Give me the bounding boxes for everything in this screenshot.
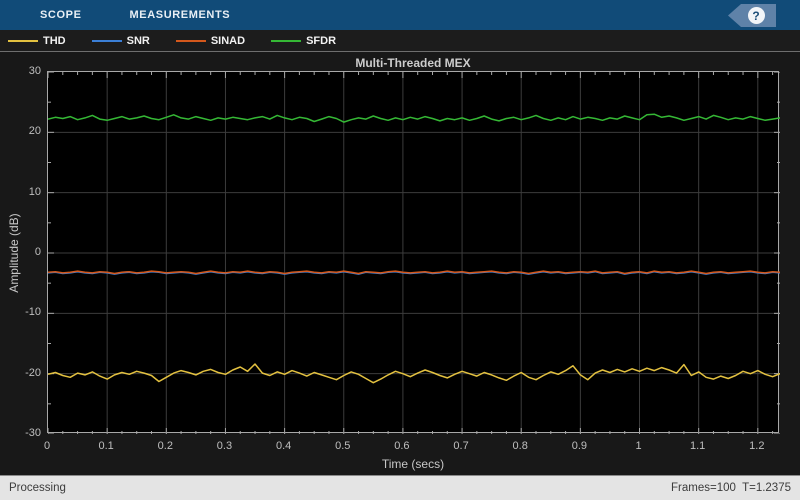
x-tick-label: 1.1 [690,440,706,452]
figure-area: Multi-Threaded MEX Time (secs) Amplitude… [0,53,800,475]
legend-swatch-sfdr [271,39,302,42]
x-axis-label: Time (secs) [381,457,445,471]
plot-canvas[interactable] [48,72,780,434]
help-icon[interactable]: ? [747,7,765,24]
x-tick-label: 0.5 [335,440,351,452]
x-tick-label: 0.4 [275,440,292,452]
legend-swatch-sinad [175,39,206,42]
legend-label: THD [43,34,66,47]
y-axis-label: Amplitude (dB) [7,213,21,293]
x-tick-label: 0 [43,440,51,452]
x-tick-label: 0.2 [157,440,173,452]
legend-item-snr[interactable]: SNR [91,34,150,47]
y-tick-label: 20 [28,125,41,138]
x-tick-label: 1.2 [749,440,765,452]
legend-label: SFDR [306,34,337,47]
status-message: Processing [9,482,66,494]
y-tick-label: -20 [25,366,41,379]
y-tick-label: -30 [25,427,41,439]
toolstrip: SCOPE MEASUREMENTS ? [0,0,800,30]
legend-swatch-snr [91,39,122,42]
plot-area[interactable] [47,71,780,434]
legend-item-sfdr[interactable]: SFDR [271,35,336,47]
frames-time-readout: Frames=100 T=1.2375 [671,482,791,494]
tab-scope[interactable]: SCOPE [36,9,86,21]
x-tick-label: 0.3 [216,440,233,452]
y-tick-label: 30 [28,65,41,77]
trace-sfdr [48,113,780,123]
help-button[interactable]: ? [728,4,776,27]
legend-label: SINAD [210,34,246,47]
legend-swatch-thd [8,39,38,42]
y-tick-label: -10 [25,306,41,319]
legend-item-sinad[interactable]: SINAD [175,34,246,47]
x-tick-label: 0.1 [98,440,114,452]
x-tick-label: 0.7 [453,440,469,452]
y-tick-label: 10 [28,185,41,198]
legend-label: SNR [126,34,150,47]
y-tick-label: 0 [34,246,41,258]
plot-title: Multi-Threaded MEX [355,56,471,70]
x-tick-label: 0.9 [571,440,588,452]
x-tick-label: 0.8 [512,440,528,452]
legend-item-thd[interactable]: THD [8,35,66,47]
scope-window: SCOPE MEASUREMENTS ? THD SNR SINAD SFDR Mul… [0,0,800,500]
legend-bar: THD SNR SINAD SFDR [0,30,800,52]
status-bar: Processing Frames=100 T=1.2375 [0,475,800,500]
tab-measurements[interactable]: MEASUREMENTS [126,9,235,21]
x-tick-label: 0.6 [394,440,410,452]
x-tick-label: 1 [635,440,642,452]
